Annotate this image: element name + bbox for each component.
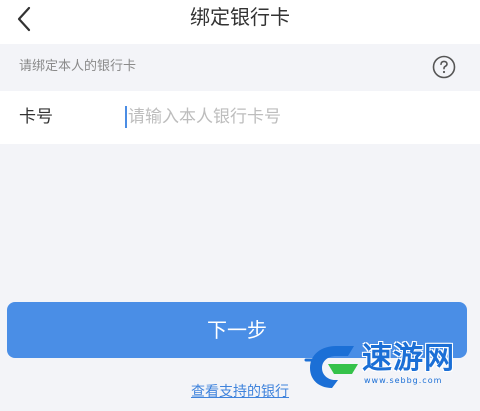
- card-number-input[interactable]: [124, 102, 448, 132]
- hint-bar: 请绑定本人的银行卡: [0, 44, 480, 91]
- nav-bar: 绑定银行卡: [0, 0, 480, 44]
- question-circle-icon[interactable]: [432, 55, 456, 79]
- watermark-text: 速游网: [362, 341, 455, 376]
- hint-text: 请绑定本人的银行卡: [19, 59, 137, 74]
- text-caret: [125, 106, 127, 128]
- speed-logo-icon: [304, 346, 358, 388]
- watermark-url: www.sebbg.com: [364, 376, 443, 385]
- watermark-logo: 速游网 www.sebbg.com: [304, 338, 476, 394]
- page-title: 绑定银行卡: [190, 5, 290, 29]
- card-number-label: 卡号: [19, 107, 53, 127]
